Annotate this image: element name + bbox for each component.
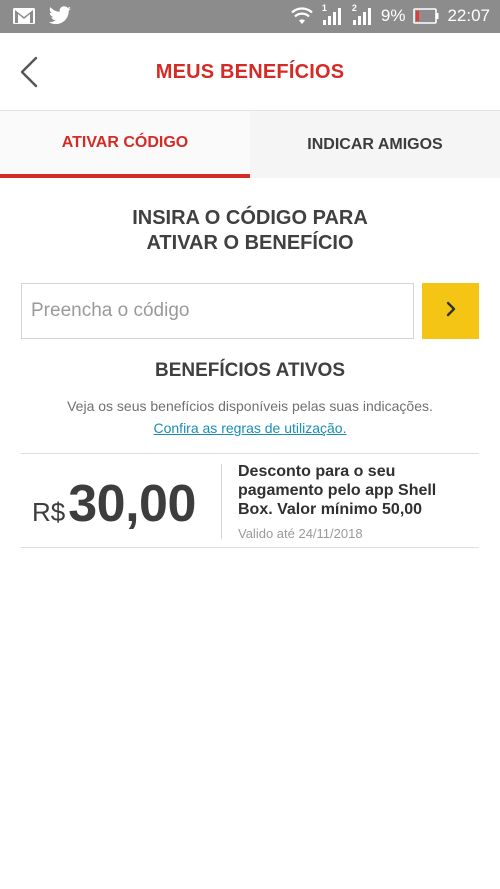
card-divider: [221, 464, 222, 539]
usage-rules-link[interactable]: Confira as regras de utilização.: [0, 420, 500, 436]
tab-refer-friends[interactable]: INDICAR AMIGOS: [250, 111, 500, 178]
gmail-icon: [12, 7, 36, 25]
benefit-value: 30,00: [68, 475, 196, 533]
activate-heading-line2: ATIVAR O BENEFÍCIO: [146, 232, 354, 254]
signal-icon-sim2: 2: [350, 3, 373, 26]
tab-activate-code[interactable]: ATIVAR CÓDIGO: [0, 111, 250, 178]
status-bar: 1 2 9% 22:07: [0, 0, 500, 33]
system-status: 1 2 9% 22:07: [291, 3, 490, 26]
benefit-amount: R$ 30,00: [32, 474, 196, 534]
page-title: MEUS BENEFÍCIOS: [155, 61, 345, 83]
code-input[interactable]: [21, 283, 414, 339]
submit-code-button[interactable]: [422, 283, 479, 339]
benefit-card: R$ 30,00 Desconto para o seu pagamento p…: [21, 453, 479, 548]
tab-bar: ATIVAR CÓDIGO INDICAR AMIGOS: [0, 111, 500, 178]
wifi-icon: [291, 6, 313, 26]
battery-percent: 9%: [380, 6, 406, 25]
sim2-label: 2: [351, 3, 357, 13]
notification-icons: [12, 6, 72, 26]
app-header: MEUS BENEFÍCIOS: [0, 33, 500, 111]
active-benefits-description: Veja os seus benefícios disponíveis pela…: [67, 398, 433, 414]
sim1-label: 1: [321, 3, 327, 13]
signal-icon-sim1: 1: [320, 3, 343, 26]
currency-symbol: R$: [32, 497, 66, 527]
benefit-description: Desconto para o seu pagamento pelo app S…: [238, 463, 437, 518]
activate-heading-line1: INSIRA O CÓDIGO PARA: [132, 207, 368, 229]
chevron-right-icon: [444, 300, 458, 323]
activate-heading: INSIRA O CÓDIGO PARA ATIVAR O BENEFÍCIO: [0, 206, 500, 256]
clock: 22:07: [447, 6, 490, 25]
twitter-icon: [48, 6, 72, 26]
benefit-valid-until: Valido até 24/11/2018: [238, 526, 363, 541]
active-benefits-heading: BENEFÍCIOS ATIVOS: [154, 360, 346, 381]
battery-icon: [413, 8, 439, 24]
